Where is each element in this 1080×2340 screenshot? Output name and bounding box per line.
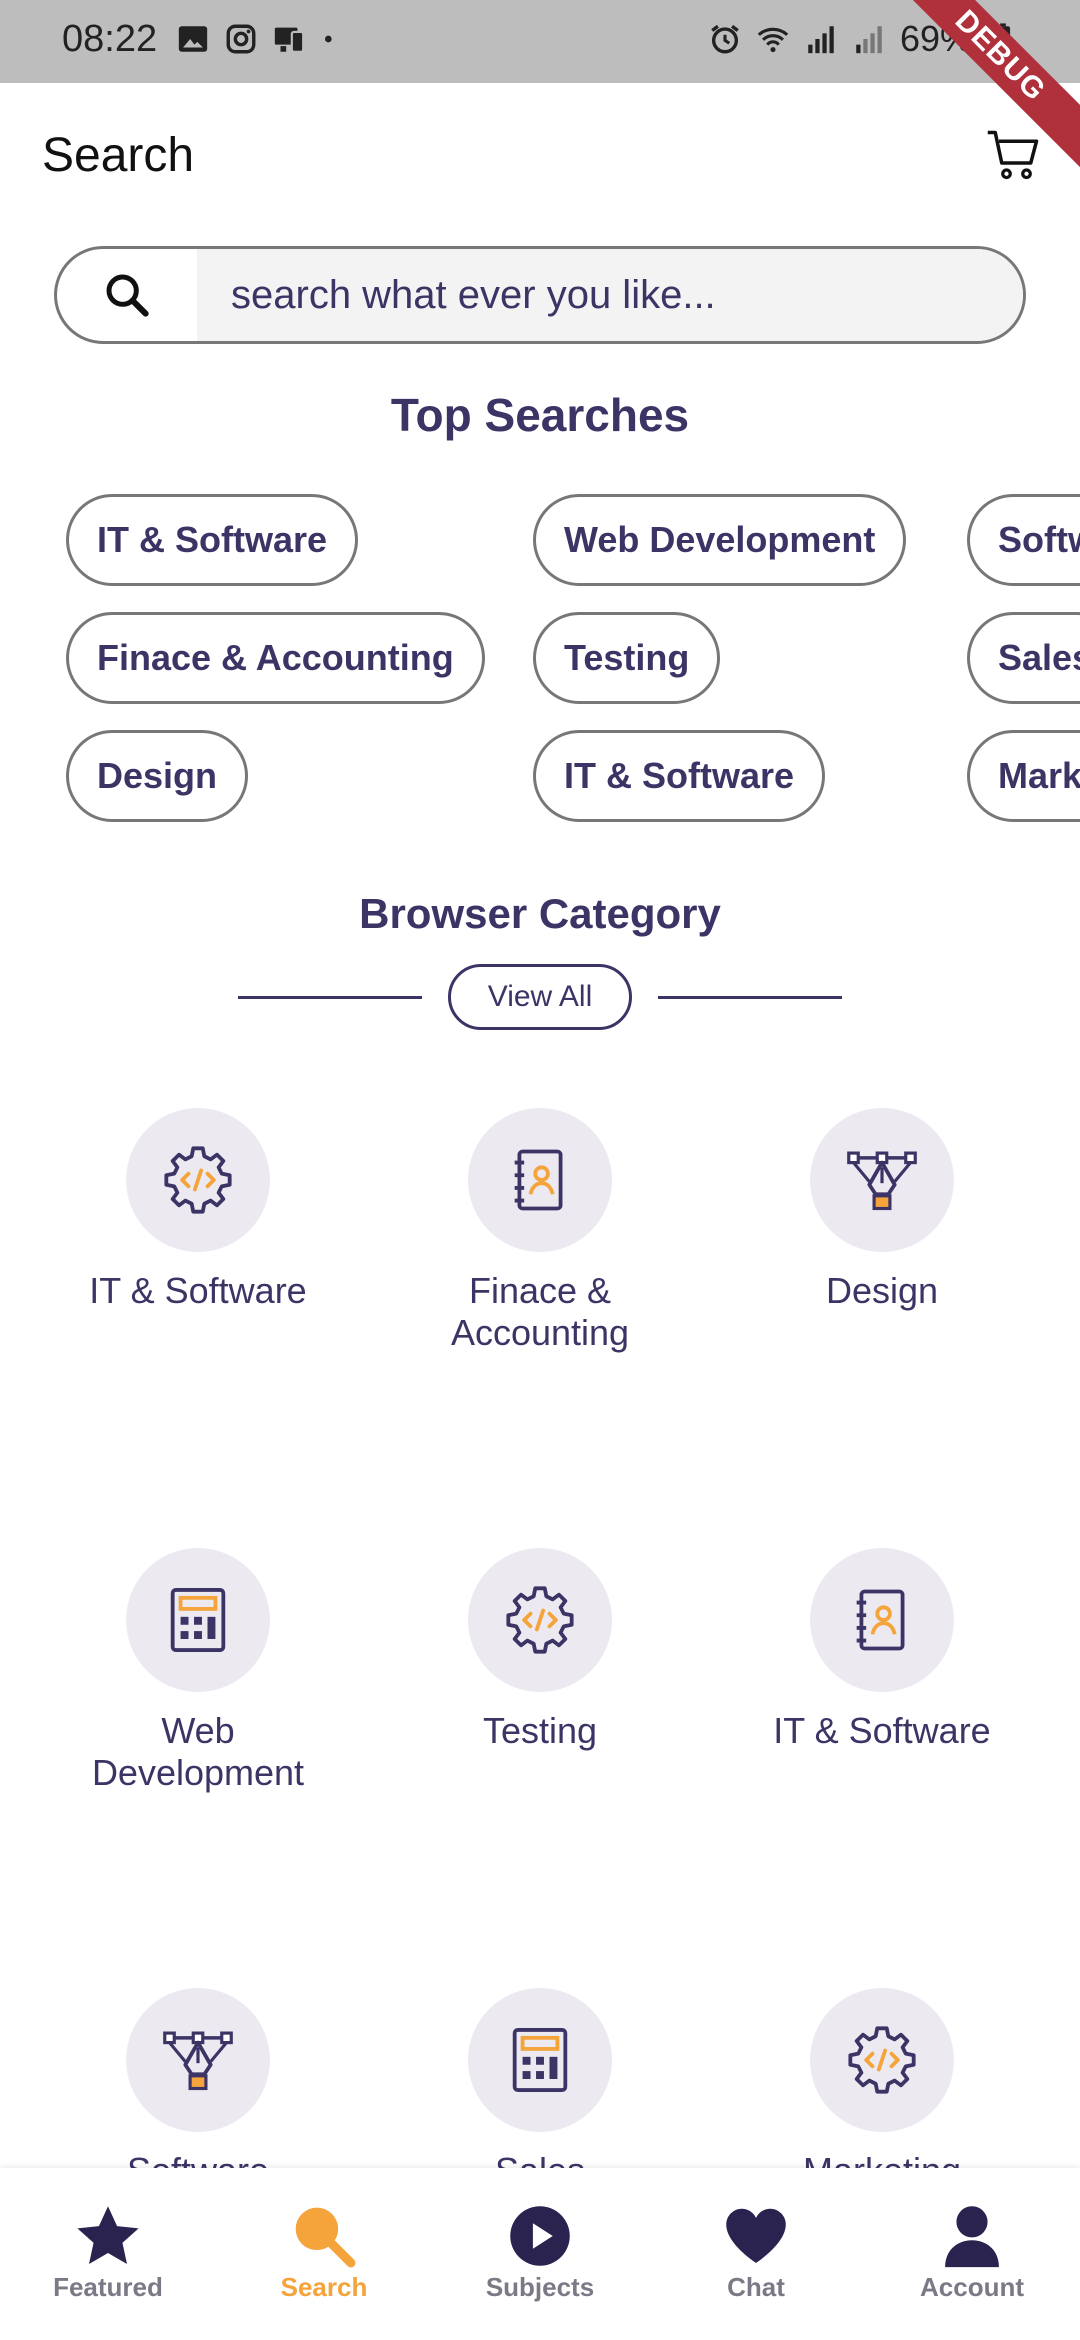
star-icon [77, 2206, 139, 2265]
top-searches-title: Top Searches [390, 389, 690, 441]
gear-code-icon [164, 1146, 232, 1214]
cart-icon[interactable] [984, 125, 1044, 185]
category-software[interactable]: Software [27, 1988, 369, 2168]
calculator-icon [170, 1588, 226, 1652]
category-it-software-2[interactable]: IT & Software [711, 1548, 1053, 1752]
calculator-icon [512, 2028, 568, 2092]
category-label: IT & Software [773, 1710, 991, 1751]
view-all-row: View All [0, 964, 1080, 1030]
category-icon-circle [126, 1988, 270, 2132]
gear-code-icon [506, 1586, 574, 1654]
pen-tool-icon [163, 2031, 233, 2091]
category-design[interactable]: Design [711, 1108, 1053, 1312]
chip-testing[interactable]: Testing [533, 612, 721, 704]
nav-label: Subjects [485, 2272, 595, 2302]
nav-label: Account [920, 2272, 1024, 2302]
category-grid: IT & Software Finace & Accounting Design… [0, 1100, 1080, 2168]
chip-it-software[interactable]: IT & Software [66, 494, 359, 586]
instagram-icon [226, 24, 256, 54]
category-it-software[interactable]: IT & Software [27, 1108, 369, 1312]
wifi-icon [757, 27, 789, 53]
category-label: Design [825, 1270, 939, 1311]
page-title: Search [42, 129, 195, 182]
top-searches-chips: IT & Software Finace & Accounting Design… [0, 494, 1080, 824]
chip-it-software-2[interactable]: IT & Software [533, 730, 826, 822]
nav-account[interactable]: Account [864, 2168, 1080, 2340]
category-label: Marketing [711, 2150, 1053, 2168]
category-web-development[interactable]: Web Development [27, 1548, 369, 1794]
category-icon-circle [810, 1108, 954, 1252]
gear-code-icon [848, 2026, 916, 2094]
category-icon-circle [468, 1108, 612, 1252]
image-icon [178, 26, 208, 52]
bottom-navigation: Featured Search Subjects Chat Account [0, 2168, 1080, 2340]
app-bar: Search [0, 83, 1080, 233]
nav-featured[interactable]: Featured [0, 2168, 216, 2340]
person-icon [945, 2206, 999, 2268]
category-icon-circle [126, 1108, 270, 1252]
contact-book-icon [856, 1589, 905, 1651]
play-icon [510, 2206, 570, 2266]
nav-subjects[interactable]: Subjects [432, 2168, 648, 2340]
category-sales[interactable]: Sales [369, 1988, 711, 2168]
device-icon [274, 27, 305, 53]
nav-search[interactable]: Search [216, 2168, 432, 2340]
browse-category-title: Browser Category [359, 890, 721, 937]
status-time: 08:22 [62, 18, 158, 60]
category-label: Testing [482, 1710, 598, 1751]
contact-book-icon [514, 1149, 563, 1211]
category-label: Finace & Accounting [450, 1270, 630, 1353]
category-finance-accounting[interactable]: Finace & Accounting [369, 1108, 711, 1354]
chip-marketing[interactable]: Marketing [967, 730, 1080, 822]
category-testing[interactable]: Testing [369, 1548, 711, 1752]
category-label: IT & Software [89, 1270, 307, 1311]
nav-label: Featured [53, 2272, 163, 2302]
divider-right [658, 996, 842, 999]
category-marketing[interactable]: Marketing [711, 1988, 1053, 2168]
nav-label: Search [280, 2272, 368, 2302]
status-bar: 08:22 69% DEBUG [0, 0, 1080, 178]
category-icon-circle [468, 1988, 612, 2132]
category-label: Sales [369, 2150, 711, 2168]
chip-software[interactable]: Software [967, 494, 1080, 586]
nav-chat[interactable]: Chat [648, 2168, 864, 2340]
category-label: Software [27, 2150, 369, 2168]
category-icon-circle [810, 1988, 954, 2132]
signal-weak-icon [856, 26, 882, 54]
dot-icon [325, 35, 332, 43]
search-bar [54, 246, 1026, 344]
alarm-icon [711, 24, 739, 54]
search-input[interactable] [197, 249, 1023, 341]
search-icon [106, 274, 149, 317]
category-icon-circle [810, 1548, 954, 1692]
divider-left [238, 996, 422, 999]
heart-icon [726, 2208, 786, 2263]
notification-icons [176, 22, 340, 56]
chip-web-development[interactable]: Web Development [533, 494, 907, 586]
search-icon [295, 2207, 356, 2268]
nav-label: Chat [727, 2272, 785, 2302]
chip-design[interactable]: Design [66, 730, 249, 822]
category-icon-circle [468, 1548, 612, 1692]
view-all-button[interactable]: View All [448, 964, 632, 1030]
category-icon-circle [126, 1548, 270, 1692]
pen-tool-icon [847, 1151, 917, 1211]
signal-icon [808, 26, 834, 54]
search-button[interactable] [57, 249, 197, 341]
chip-sales[interactable]: Sales [967, 612, 1080, 704]
category-label: Web Development [91, 1710, 305, 1793]
chip-finance-accounting[interactable]: Finace & Accounting [66, 612, 485, 704]
